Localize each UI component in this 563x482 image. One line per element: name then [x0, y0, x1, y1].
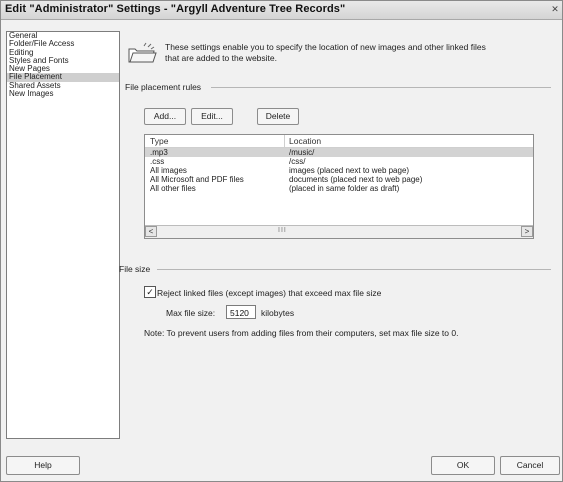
placement-rules-table: Type Location .mp3 /music/ .css /css/ Al…: [144, 134, 534, 239]
section-divider: [211, 87, 551, 88]
column-divider[interactable]: [284, 135, 285, 147]
note-text: Note: To prevent users from adding files…: [144, 328, 459, 338]
folder-icon: [128, 42, 157, 63]
scroll-left-icon[interactable]: <: [145, 226, 157, 237]
category-list: General Folder/File Access Editing Style…: [6, 31, 120, 439]
placement-section-label: File placement rules: [125, 82, 202, 92]
settings-dialog: Edit "Administrator" Settings - "Argyll …: [0, 0, 563, 482]
delete-button[interactable]: Delete: [257, 108, 299, 125]
window-title: Edit "Administrator" Settings - "Argyll …: [5, 3, 346, 15]
max-size-input[interactable]: 5120: [226, 305, 256, 319]
sidebar-item-new-images[interactable]: New Images: [7, 89, 119, 98]
table-row[interactable]: .mp3 /music/: [145, 148, 533, 157]
max-size-unit: kilobytes: [261, 308, 295, 318]
table-row[interactable]: All Microsoft and PDF files documents (p…: [145, 175, 533, 184]
horizontal-scrollbar[interactable]: < III >: [145, 225, 533, 238]
section-divider: [157, 269, 551, 270]
reject-checkbox-label[interactable]: Reject linked files (except images) that…: [157, 288, 381, 298]
edit-button[interactable]: Edit...: [191, 108, 233, 125]
table-header: Type Location: [145, 135, 533, 148]
table-row[interactable]: All images images (placed next to web pa…: [145, 166, 533, 175]
cancel-button[interactable]: Cancel: [500, 456, 560, 475]
title-bar[interactable]: Edit "Administrator" Settings - "Argyll …: [1, 1, 562, 20]
scroll-thumb-grip[interactable]: III: [278, 227, 287, 234]
table-row[interactable]: .css /css/: [145, 157, 533, 166]
column-header-type[interactable]: Type: [150, 136, 168, 146]
scroll-right-icon[interactable]: >: [521, 226, 533, 237]
max-size-label: Max file size:: [166, 308, 216, 318]
info-text: These settings enable you to specify the…: [165, 42, 486, 63]
ok-button[interactable]: OK: [431, 456, 495, 475]
size-section-label: File size: [119, 264, 151, 274]
column-header-location[interactable]: Location: [289, 136, 321, 146]
settings-panel: These settings enable you to specify the…: [119, 31, 559, 441]
reject-checkbox[interactable]: ✓: [144, 286, 156, 298]
help-button[interactable]: Help: [6, 456, 80, 475]
add-button[interactable]: Add...: [144, 108, 186, 125]
close-icon[interactable]: ✕: [550, 4, 560, 14]
table-row[interactable]: All other files (placed in same folder a…: [145, 184, 533, 193]
